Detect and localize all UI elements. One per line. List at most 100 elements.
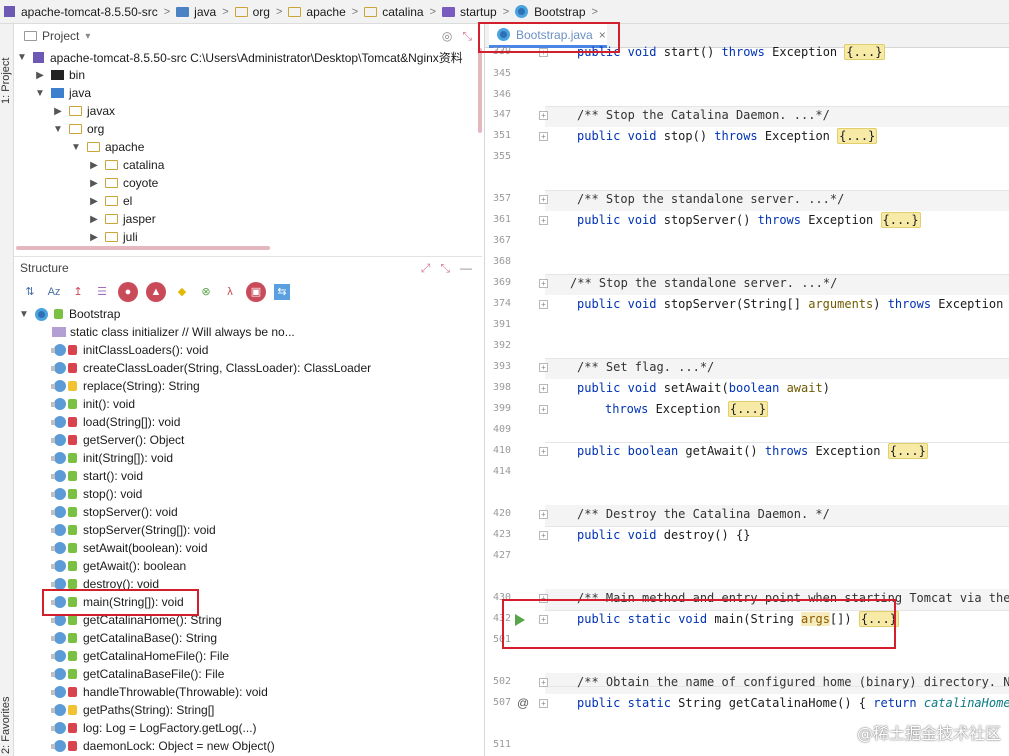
chevron-down-icon[interactable]: ▼ bbox=[16, 52, 28, 63]
breadcrumb-startup[interactable]: startup > bbox=[442, 5, 515, 19]
collapse-all-icon[interactable]: ⤡ bbox=[462, 29, 472, 44]
sort-by-visibility-icon[interactable]: ⇅ bbox=[22, 284, 38, 300]
chevron-right-icon[interactable]: ▶ bbox=[88, 160, 100, 171]
chevron-right-icon[interactable]: ▶ bbox=[52, 106, 64, 117]
favorites-tool-button[interactable]: 2: Favorites bbox=[0, 674, 14, 754]
structure-member[interactable]: getAwait(): boolean bbox=[14, 557, 482, 575]
structure-member[interactable]: getServer(): Object bbox=[14, 431, 482, 449]
fold-marker-icon[interactable]: + bbox=[539, 48, 548, 57]
structure-member[interactable]: destroy(): void bbox=[14, 575, 482, 593]
chevron-right-icon[interactable]: ▶ bbox=[88, 196, 100, 207]
structure-member[interactable]: init(String[]): void bbox=[14, 449, 482, 467]
structure-member[interactable]: start(): void bbox=[14, 467, 482, 485]
breadcrumb-org[interactable]: org > bbox=[234, 5, 289, 19]
tree-node-root[interactable]: ▼ apache-tomcat-8.5.50-src C:\Users\Admi… bbox=[14, 48, 482, 66]
breadcrumb-bootstrap[interactable]: Bootstrap > bbox=[515, 5, 604, 19]
hide-panel-icon[interactable]: — bbox=[460, 261, 472, 276]
tree-node-bin[interactable]: ▶ bin bbox=[14, 66, 482, 84]
lambda-icon[interactable]: λ bbox=[222, 284, 238, 300]
fold-marker-icon[interactable]: + bbox=[539, 195, 548, 204]
structure-initializer[interactable]: static class initializer // Will always … bbox=[14, 323, 482, 341]
breadcrumb-project[interactable]: apache-tomcat-8.5.50-src > bbox=[4, 5, 176, 19]
breadcrumb-java[interactable]: java > bbox=[176, 5, 234, 19]
fold-marker-icon[interactable]: + bbox=[539, 615, 548, 624]
chevron-right-icon[interactable]: ▶ bbox=[34, 70, 46, 81]
show-non-public-icon[interactable]: ● bbox=[118, 282, 138, 302]
project-panel-title[interactable]: Project bbox=[42, 29, 79, 43]
fold-marker-icon[interactable]: + bbox=[539, 405, 548, 414]
chevron-down-icon[interactable]: ▼ bbox=[52, 124, 64, 135]
run-icon[interactable] bbox=[515, 614, 525, 626]
structure-member[interactable]: load(String[]): void bbox=[14, 413, 482, 431]
structure-member[interactable]: initClassLoaders(): void bbox=[14, 341, 482, 359]
fold-marker-icon[interactable]: + bbox=[539, 594, 548, 603]
private-access-icon bbox=[68, 723, 77, 733]
fold-marker-icon[interactable]: + bbox=[539, 132, 548, 141]
structure-member[interactable]: stop(): void bbox=[14, 485, 482, 503]
chevron-down-icon[interactable]: ▼ bbox=[70, 142, 82, 153]
tree-node-org[interactable]: ▼ org bbox=[14, 120, 482, 138]
tree-node-apache[interactable]: ▼ apache bbox=[14, 138, 482, 156]
locate-icon[interactable]: ◎ bbox=[442, 29, 452, 44]
close-icon[interactable]: × bbox=[599, 28, 606, 42]
tree-node-coyote[interactable]: ▶ coyote bbox=[14, 174, 482, 192]
horizontal-scrollbar[interactable] bbox=[16, 246, 270, 250]
structure-member[interactable]: main(String[]): void bbox=[14, 593, 482, 611]
fold-marker-icon[interactable]: + bbox=[539, 699, 548, 708]
tree-node-jasper[interactable]: ▶ jasper bbox=[14, 210, 482, 228]
code-line: /** Main method and entry point when sta… bbox=[577, 591, 1009, 605]
show-properties-icon[interactable]: ◆ bbox=[174, 284, 190, 300]
fold-marker-icon[interactable]: + bbox=[539, 447, 548, 456]
fold-marker-icon[interactable]: + bbox=[539, 678, 548, 687]
structure-member[interactable]: setAwait(boolean): void bbox=[14, 539, 482, 557]
sort-alphabetically-icon[interactable]: Az bbox=[46, 284, 62, 300]
show-private-icon[interactable]: ▲ bbox=[146, 282, 166, 302]
chevron-down-icon[interactable]: ▼ bbox=[18, 309, 30, 320]
structure-member[interactable]: getPaths(String): String[] bbox=[14, 701, 482, 719]
structure-member[interactable]: stopServer(): void bbox=[14, 503, 482, 521]
tree-node-java[interactable]: ▼ java bbox=[14, 84, 482, 102]
code-line: /** Set flag. ...*/ bbox=[577, 360, 714, 374]
show-lambdas-icon[interactable]: ⊗ bbox=[198, 284, 214, 300]
tree-node-el[interactable]: ▶ el bbox=[14, 192, 482, 210]
breadcrumb-apache[interactable]: apache > bbox=[288, 5, 364, 19]
structure-member[interactable]: init(): void bbox=[14, 395, 482, 413]
structure-member[interactable]: replace(String): String bbox=[14, 377, 482, 395]
fold-marker-icon[interactable]: + bbox=[539, 300, 548, 309]
autoscroll-to-source-icon[interactable]: ▣ bbox=[246, 282, 266, 302]
chevron-right-icon[interactable]: ▶ bbox=[88, 232, 100, 243]
vertical-scrollbar[interactable] bbox=[478, 48, 482, 133]
breadcrumb-catalina[interactable]: catalina > bbox=[364, 5, 442, 19]
collapse-icon[interactable]: ⤡ bbox=[440, 261, 450, 276]
fold-marker-icon[interactable]: + bbox=[539, 216, 548, 225]
structure-class-node[interactable]: ▼ Bootstrap bbox=[14, 305, 482, 323]
structure-member[interactable]: getCatalinaBase(): String bbox=[14, 629, 482, 647]
structure-member[interactable]: getCatalinaHome(): String bbox=[14, 611, 482, 629]
show-fields-list-icon[interactable]: ☰ bbox=[94, 284, 110, 300]
structure-member[interactable]: getCatalinaBaseFile(): File bbox=[14, 665, 482, 683]
structure-member[interactable]: handleThrowable(Throwable): void bbox=[14, 683, 482, 701]
structure-member[interactable]: log: Log = LogFactory.getLog(...) bbox=[14, 719, 482, 737]
tree-node-juli[interactable]: ▶ juli bbox=[14, 228, 482, 246]
folder-icon bbox=[176, 6, 190, 17]
fold-marker-icon[interactable]: + bbox=[539, 510, 548, 519]
tree-node-catalina[interactable]: ▶ catalina bbox=[14, 156, 482, 174]
structure-member[interactable]: getCatalinaHomeFile(): File bbox=[14, 647, 482, 665]
chevron-right-icon[interactable]: ▶ bbox=[88, 178, 100, 189]
structure-member[interactable]: createClassLoader(String, ClassLoader): … bbox=[14, 359, 482, 377]
chevron-down-icon[interactable]: ▼ bbox=[34, 88, 46, 99]
chevron-down-icon[interactable]: ▾ bbox=[85, 31, 90, 42]
fold-marker-icon[interactable]: + bbox=[539, 279, 548, 288]
chevron-right-icon[interactable]: ▶ bbox=[88, 214, 100, 225]
structure-member[interactable]: stopServer(String[]): void bbox=[14, 521, 482, 539]
project-tool-button[interactable]: 1: Project bbox=[0, 34, 14, 104]
tree-node-javax[interactable]: ▶ javax bbox=[14, 102, 482, 120]
structure-member[interactable]: daemonLock: Object = new Object() bbox=[14, 737, 482, 755]
fold-marker-icon[interactable]: + bbox=[539, 531, 548, 540]
fold-marker-icon[interactable]: + bbox=[539, 384, 548, 393]
fold-marker-icon[interactable]: + bbox=[539, 363, 548, 372]
autoscroll-from-source-icon[interactable]: ⇆ bbox=[274, 284, 290, 300]
fold-marker-icon[interactable]: + bbox=[539, 111, 548, 120]
expand-icon[interactable]: ⤢ bbox=[421, 261, 431, 276]
show-inherited-icon[interactable]: ↥ bbox=[70, 284, 86, 300]
